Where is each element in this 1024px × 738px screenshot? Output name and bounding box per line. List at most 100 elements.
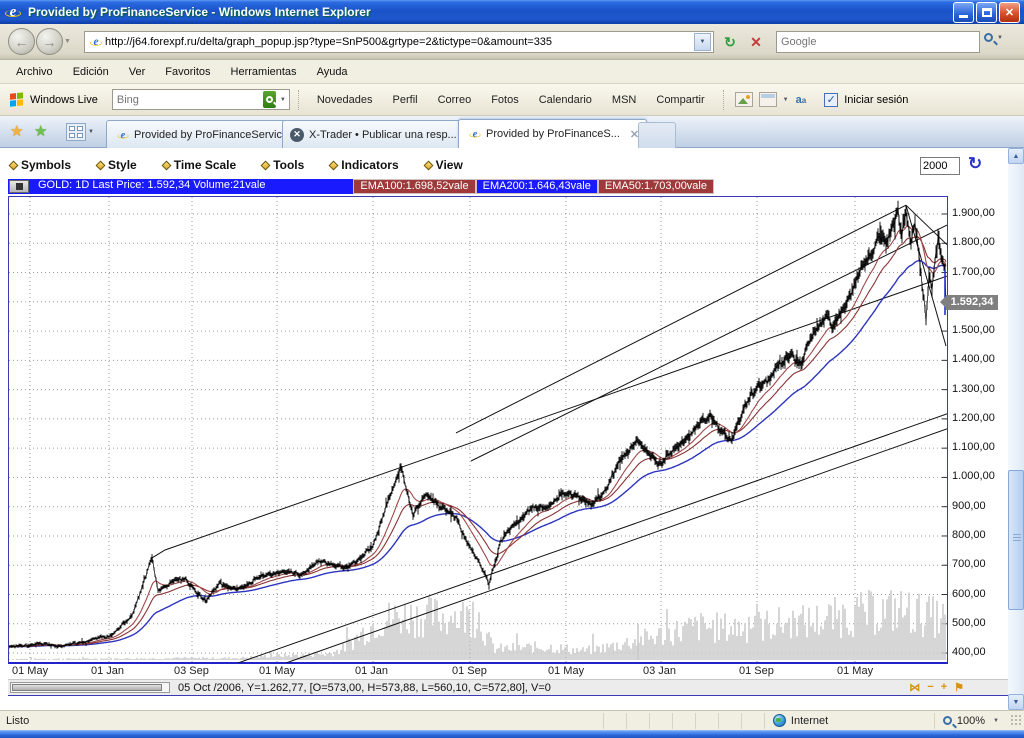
x-axis: 01 May01 Jan03 Sep01 May01 Jan01 Sep01 M… xyxy=(8,665,948,679)
quick-tabs-caret-icon[interactable]: ▼ xyxy=(88,129,94,135)
translate-icon[interactable]: aa xyxy=(796,94,807,106)
menu-archivo[interactable]: Archivo xyxy=(6,63,63,81)
chart-zoom-controls: ⋈ − + ⚑ xyxy=(909,681,964,694)
chart-menu-style[interactable]: Style xyxy=(97,158,137,172)
zoom-in-icon[interactable]: + xyxy=(941,681,947,694)
back-button[interactable]: ← xyxy=(8,28,35,55)
bing-search-box[interactable]: ▼ xyxy=(112,89,290,110)
url-input[interactable] xyxy=(105,36,694,48)
signin-link[interactable]: Iniciar sesión xyxy=(844,94,908,106)
internet-zone-icon xyxy=(773,714,786,727)
x-axis-label: 01 Sep xyxy=(452,665,487,677)
y-axis-label: 1.000,00 xyxy=(952,470,995,482)
status-cell xyxy=(603,713,626,729)
resize-grip[interactable] xyxy=(1010,714,1023,727)
new-tab-stub[interactable] xyxy=(638,122,676,148)
zoom-fit-icon[interactable]: ⋈ xyxy=(909,681,920,694)
restore-button[interactable] xyxy=(976,2,997,23)
diamond-icon xyxy=(329,160,339,170)
link-msn[interactable]: MSN xyxy=(602,90,646,110)
search-go-button[interactable]: ▼ xyxy=(984,33,1003,42)
close-button[interactable]: ✕ xyxy=(999,2,1020,23)
y-axis-label: 1.200,00 xyxy=(952,412,995,424)
stop-button[interactable]: ✕ xyxy=(744,30,768,54)
diamond-icon xyxy=(9,160,19,170)
diamond-icon xyxy=(261,160,271,170)
amount-input[interactable] xyxy=(920,157,960,175)
y-axis-label: 1.900,00 xyxy=(952,207,995,219)
chart-legend: GOLD: 1D Last Price: 1.592,34 Volume:21v… xyxy=(8,179,714,194)
link-correo[interactable]: Correo xyxy=(428,90,482,110)
search-input[interactable] xyxy=(777,36,979,48)
ie-logo-icon: e xyxy=(4,3,22,21)
menu-ayuda[interactable]: Ayuda xyxy=(307,63,358,81)
x-axis-label: 01 May xyxy=(259,665,295,677)
chart-type-icon[interactable] xyxy=(9,180,29,193)
bing-caret-icon[interactable]: ▼ xyxy=(280,97,286,103)
add-favorite-icon[interactable]: ★ xyxy=(34,122,47,140)
trendline xyxy=(456,205,906,433)
menu-ver[interactable]: Ver xyxy=(119,63,156,81)
tab-xtrader[interactable]: ✕ X-Trader • Publicar una resp... xyxy=(282,120,465,148)
chart-menu-tools[interactable]: Tools xyxy=(262,158,304,172)
forms-icon[interactable] xyxy=(759,92,777,107)
volume-bars xyxy=(9,590,945,660)
menu-edicion[interactable]: Edición xyxy=(63,63,119,81)
window-title: Provided by ProFinanceService - Windows … xyxy=(28,5,951,19)
chart-menu-timescale[interactable]: Time Scale xyxy=(163,158,236,172)
chart-menu-view[interactable]: View xyxy=(425,158,463,172)
tab-profinance-active[interactable]: e Provided by ProFinanceS... ✕ xyxy=(458,119,647,148)
scroll-down-icon[interactable]: ▼ xyxy=(1008,694,1024,710)
toolbar-separator xyxy=(298,90,299,110)
chart-hscrollbar-thumb[interactable] xyxy=(12,684,162,691)
vertical-scrollbar[interactable]: ▲ ▼ xyxy=(1008,148,1024,710)
quick-tabs-icon[interactable] xyxy=(66,123,86,141)
recent-pages-caret-icon[interactable]: ▼ xyxy=(64,38,71,45)
forms-caret-icon[interactable]: ▼ xyxy=(783,97,789,103)
x-axis-label: 01 May xyxy=(548,665,584,677)
bing-search-button[interactable] xyxy=(263,91,276,108)
zoom-caret-icon[interactable]: ▼ xyxy=(993,718,999,724)
favorites-star-icon[interactable]: ★ xyxy=(10,122,23,140)
search-options-caret-icon[interactable]: ▼ xyxy=(997,35,1003,41)
chart-refresh-icon[interactable]: ↻ xyxy=(968,154,982,174)
bing-search-input[interactable] xyxy=(113,94,263,106)
menu-bar: Archivo Edición Ver Favoritos Herramient… xyxy=(0,60,1024,84)
chart-menu-bar: Symbols Style Time Scale Tools Indicator… xyxy=(10,158,463,172)
tab-profinance-1[interactable]: e Provided by ProFinanceService xyxy=(106,120,296,148)
refresh-button[interactable]: ↻ xyxy=(718,30,742,54)
zoom-out-icon[interactable]: − xyxy=(927,681,933,694)
link-fotos[interactable]: Fotos xyxy=(481,90,529,110)
flag-icon[interactable]: ⚑ xyxy=(954,681,964,694)
address-dropdown-icon[interactable]: ▼ xyxy=(694,33,711,51)
link-perfil[interactable]: Perfil xyxy=(383,90,428,110)
chart-menu-symbols[interactable]: Symbols xyxy=(10,158,71,172)
link-novedades[interactable]: Novedades xyxy=(307,90,383,110)
legend-ema200-chip[interactable]: EMA200:1.646,43vale xyxy=(476,179,598,194)
photos-icon[interactable] xyxy=(735,92,753,107)
link-compartir[interactable]: Compartir xyxy=(646,90,714,110)
zoom-level: 100% xyxy=(957,715,985,727)
minimize-button[interactable] xyxy=(953,2,974,23)
y-axis-label: 1.700,00 xyxy=(952,266,995,278)
status-cell xyxy=(626,713,649,729)
tab-label: X-Trader • Publicar una resp... xyxy=(309,129,457,141)
windows-live-brand: Windows Live xyxy=(30,94,98,106)
link-calendario[interactable]: Calendario xyxy=(529,90,602,110)
tab-favicon-icon: e xyxy=(469,128,482,141)
chart-menu-indicators[interactable]: Indicators xyxy=(330,158,398,172)
legend-ema50-chip[interactable]: EMA50:1.703,00vale xyxy=(598,179,714,194)
chart-status-bar: 05 Oct /2006, Y=1.262,77, [O=573,00, H=5… xyxy=(8,679,1008,696)
windows-live-toolbar: Windows Live ▼ Novedades Perfil Correo F… xyxy=(0,84,1024,116)
scroll-up-icon[interactable]: ▲ xyxy=(1008,148,1024,164)
menu-herramientas[interactable]: Herramientas xyxy=(221,63,307,81)
legend-ema100-chip[interactable]: EMA100:1.698,52vale xyxy=(353,179,475,194)
menu-favoritos[interactable]: Favoritos xyxy=(155,63,220,81)
search-box[interactable] xyxy=(776,31,980,53)
chart-plot-area[interactable] xyxy=(8,196,948,664)
page-zoom-control[interactable]: 100% ▼ xyxy=(934,713,1010,729)
chart-hscrollbar[interactable] xyxy=(10,682,170,693)
address-field[interactable]: e ▼ xyxy=(84,31,714,53)
forward-button[interactable]: → xyxy=(36,28,63,55)
scrollbar-thumb[interactable] xyxy=(1008,470,1024,610)
